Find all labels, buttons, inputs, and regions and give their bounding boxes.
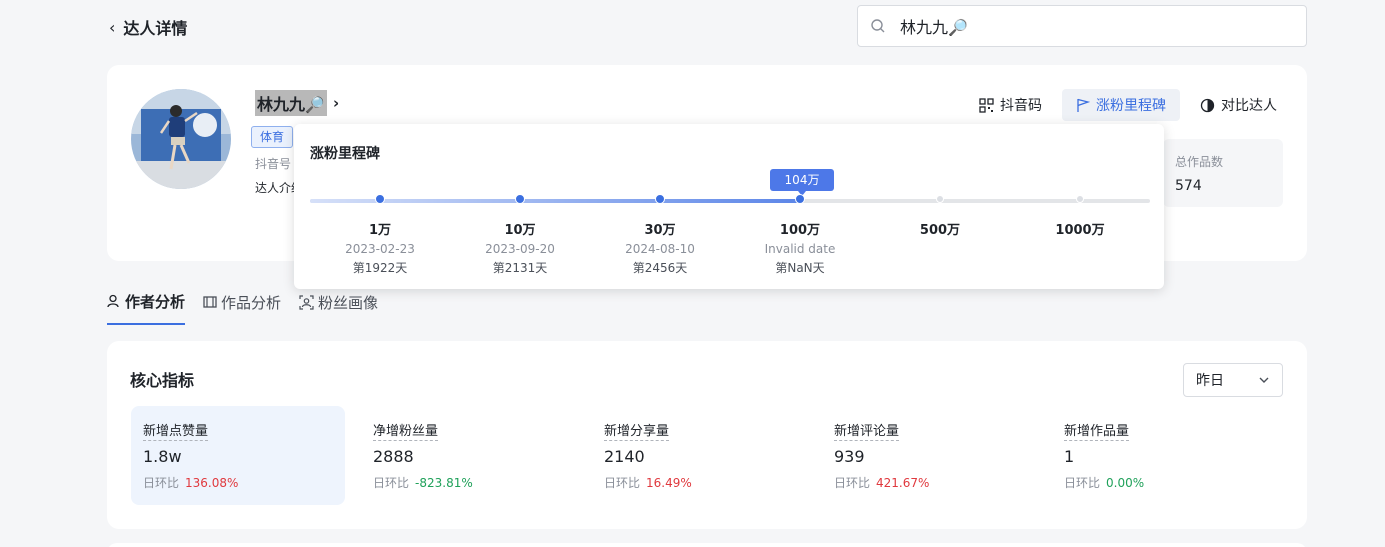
- milestone-track: [310, 199, 1150, 203]
- name-row[interactable]: 林九九🔎 ›: [255, 90, 339, 116]
- compare-icon: [1200, 98, 1215, 112]
- qrcode-icon: [979, 97, 994, 113]
- analysis-tabs: 作者分析 作品分析 粉丝画像: [107, 283, 378, 325]
- qrcode-button[interactable]: 抖音码: [965, 89, 1056, 121]
- avatar[interactable]: [131, 89, 231, 189]
- chevron-right-icon: ›: [332, 94, 340, 112]
- profile-name: 林九九🔎: [255, 90, 327, 116]
- douyin-id-label: 抖音号: [255, 157, 292, 171]
- milestone-item: 1万 2023-02-23 第1922天: [345, 223, 415, 275]
- section-title: 核心指标: [130, 371, 195, 390]
- search-input[interactable]: [900, 16, 1280, 36]
- milestone-item: 1000万: [1055, 223, 1105, 238]
- milestone-dot: [375, 194, 385, 204]
- milestone-dot: [515, 194, 525, 204]
- metric-net-fans[interactable]: 净增粉丝量 2888 日环比 -823.81%: [361, 406, 575, 505]
- next-section-card: [107, 543, 1307, 547]
- milestone-popover: 涨粉里程碑 104万 1万 2023-02-23 第1922天 10万 2023…: [294, 124, 1164, 289]
- back-button[interactable]: ‹ 达人详情: [109, 15, 187, 39]
- milestone-item: 500万: [919, 223, 961, 238]
- metric-new-comments[interactable]: 新增评论量 939 日环比 421.67%: [822, 406, 1036, 505]
- milestone-item: 30万 2024-08-10 第2456天: [625, 223, 695, 275]
- milestone-item: 100万 Invalid date 第NaN天: [764, 223, 836, 275]
- core-metrics-card: 核心指标 昨日 新增点赞量 1.8w 日环比 136.08% 净增粉丝量 2888…: [107, 341, 1307, 529]
- top-bar: ‹ 达人详情: [107, 0, 1307, 52]
- total-works-stat: 总作品数 574: [1163, 139, 1283, 207]
- milestone-dot: [795, 194, 805, 204]
- search-icon: [871, 19, 885, 33]
- period-select[interactable]: 昨日: [1183, 363, 1283, 397]
- flag-icon: [1077, 98, 1090, 112]
- search-box[interactable]: [857, 5, 1307, 47]
- milestone-dot: [655, 194, 665, 204]
- profile-actions: 抖音码 涨粉里程碑 对比达人: [965, 89, 1291, 121]
- milestone-title: 涨粉里程碑: [310, 146, 380, 162]
- tab-author-analysis[interactable]: 作者分析: [107, 283, 186, 325]
- compare-button[interactable]: 对比达人: [1186, 89, 1291, 121]
- metric-new-likes[interactable]: 新增点赞量 1.8w 日环比 136.08%: [131, 406, 345, 505]
- user-icon: [107, 294, 119, 308]
- stat-value: 574: [1175, 178, 1202, 194]
- metric-new-shares[interactable]: 新增分享量 2140 日环比 16.49%: [592, 406, 806, 505]
- milestone-item: 10万 2023-09-20 第2131天: [485, 223, 555, 275]
- tab-fans-portrait[interactable]: 粉丝画像: [299, 283, 378, 321]
- chevron-left-icon: ‹: [109, 17, 116, 37]
- stat-label: 总作品数: [1175, 155, 1224, 169]
- metric-new-works[interactable]: 新增作品量 1 日环比 0.00%: [1052, 406, 1266, 505]
- category-tag: 体育: [251, 126, 294, 148]
- tab-works-analysis[interactable]: 作品分析: [203, 283, 281, 321]
- portrait-icon: [299, 294, 314, 310]
- milestone-dot: [936, 195, 944, 203]
- chevron-down-icon: [1259, 377, 1269, 383]
- film-icon: [203, 296, 217, 308]
- current-fans-badge: 104万: [770, 169, 834, 196]
- page-title: 达人详情: [123, 19, 188, 38]
- milestone-button[interactable]: 涨粉里程碑: [1062, 89, 1180, 121]
- milestone-dot: [1076, 195, 1084, 203]
